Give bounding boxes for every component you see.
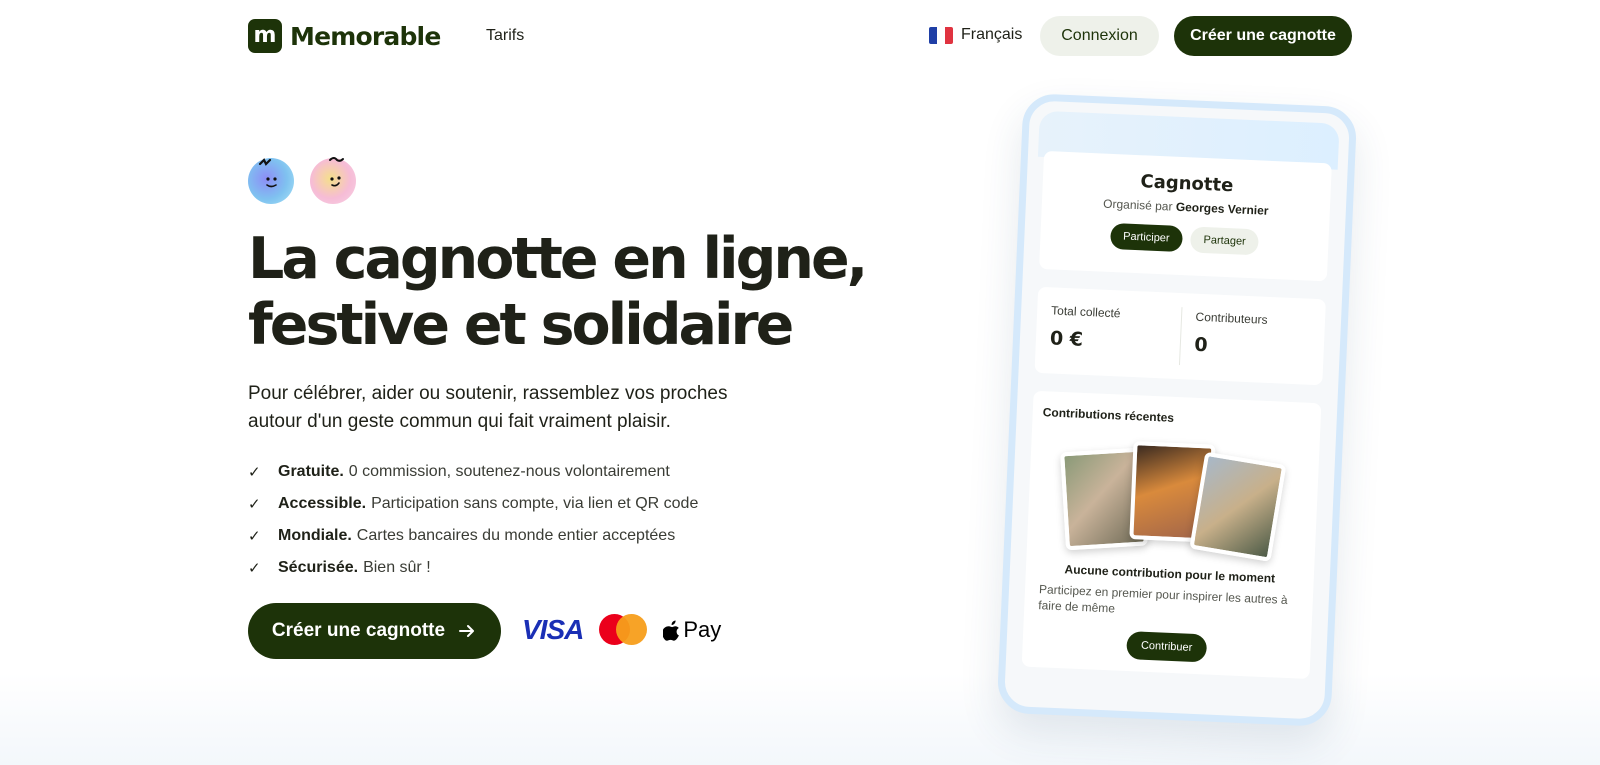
check-icon: ✓ — [248, 528, 261, 545]
feature-item: ✓ Gratuite. 0 commission, soutenez-nous … — [248, 456, 698, 488]
recent-title: Contributions récentes — [1042, 405, 1175, 425]
logo[interactable]: m Memorable — [248, 19, 441, 53]
language-selector[interactable]: Français — [929, 26, 1022, 44]
photo-image — [1189, 451, 1287, 562]
apple-pay-label: Pay — [683, 617, 722, 642]
subtitle-line-1: Pour célébrer, aider ou soutenir, rassem… — [248, 383, 728, 404]
check-icon: ✓ — [248, 464, 261, 481]
cta-label: Créer une cagnotte — [271, 620, 446, 641]
organizer-name: Georges Vernier — [1175, 199, 1269, 218]
contributors-value: 0 — [1193, 333, 1209, 357]
apple-pay-logo: Pay — [663, 617, 721, 643]
feature-title: Accessible. — [278, 495, 367, 512]
cagnotte-actions: Participer Partager — [1040, 220, 1329, 259]
create-cagnotte-header-button[interactable]: Créer une cagnotte — [1174, 16, 1352, 56]
organized-by-prefix: Organisé par — [1102, 196, 1173, 214]
headline-line-2: festive et solidaire — [248, 292, 794, 358]
login-button[interactable]: Connexion — [1040, 16, 1159, 56]
feature-text: 0 commission, soutenez-nous volontaireme… — [348, 463, 670, 480]
total-value: 0 € — [1049, 327, 1084, 351]
language-label: Français — [961, 26, 1023, 43]
total-label: Total collecté — [1050, 303, 1121, 321]
cagnotte-header-card: Cagnotte Organisé par Georges Vernier Pa… — [1039, 150, 1332, 282]
hero-subtitle: Pour célébrer, aider ou soutenir, rassem… — [248, 380, 768, 436]
feature-title: Mondiale. — [278, 527, 352, 544]
visa-logo: VISA — [522, 614, 584, 645]
feature-item: ✓ Mondiale. Cartes bancaires du monde en… — [248, 520, 698, 552]
feature-text: Bien sûr ! — [363, 559, 431, 576]
france-flag-icon — [929, 26, 953, 44]
logo-mark-icon: m — [248, 19, 282, 53]
recent-contributions-card: Contributions récentes Aucune contributi… — [1021, 390, 1322, 680]
payment-methods: VISA Pay — [522, 614, 721, 646]
apple-icon — [663, 620, 680, 641]
feature-item: ✓ Sécurisée. Bien sûr ! — [248, 552, 698, 584]
feature-title: Sécurisée. — [278, 559, 359, 576]
avatar-face-icon — [248, 158, 294, 204]
headline-line-1: La cagnotte en ligne, — [248, 226, 868, 292]
feature-title: Gratuite. — [278, 463, 344, 480]
avatar-face-icon — [310, 157, 356, 204]
total-stat: Total collecté 0 € — [1034, 287, 1181, 379]
feature-text: Cartes bancaires du monde entier accepté… — [356, 527, 676, 544]
contributors-label: Contributeurs — [1195, 309, 1268, 327]
subtitle-line-2: autour d'un geste commun qui fait vraime… — [248, 411, 671, 432]
contributors-stat: Contributeurs 0 — [1178, 307, 1326, 372]
mastercard-logo — [599, 614, 648, 646]
feature-list: ✓ Gratuite. 0 commission, soutenez-nous … — [248, 456, 698, 584]
phone-screen: Cagnotte Organisé par Georges Vernier Pa… — [996, 93, 1358, 727]
empty-state-subtitle: Participez en premier pour inspirer les … — [1038, 582, 1288, 616]
check-icon: ✓ — [248, 496, 261, 513]
photo-stack — [1060, 441, 1287, 562]
phone-mockup: Cagnotte Organisé par Georges Vernier Pa… — [996, 93, 1358, 727]
hero-avatars — [248, 157, 356, 204]
feature-text: Participation sans compte, via lien et Q… — [371, 495, 699, 512]
create-cagnotte-cta-button[interactable]: Créer une cagnotte — [248, 603, 501, 659]
check-icon: ✓ — [248, 560, 261, 577]
feature-item: ✓ Accessible. Participation sans compte,… — [248, 488, 698, 520]
nav-tarifs-link[interactable]: Tarifs — [486, 27, 524, 45]
header: m Memorable Tarifs Français Connexion Cr… — [0, 0, 1600, 72]
participate-button[interactable]: Participer — [1109, 222, 1184, 253]
logo-text: Memorable — [290, 21, 441, 51]
contribute-button[interactable]: Contribuer — [1126, 631, 1208, 663]
hero-headline: La cagnotte en ligne, festive et solidai… — [248, 226, 868, 358]
share-button[interactable]: Partager — [1190, 226, 1260, 256]
arrow-right-icon — [459, 625, 475, 637]
stats-card: Total collecté 0 € Contributeurs 0 — [1034, 286, 1326, 386]
